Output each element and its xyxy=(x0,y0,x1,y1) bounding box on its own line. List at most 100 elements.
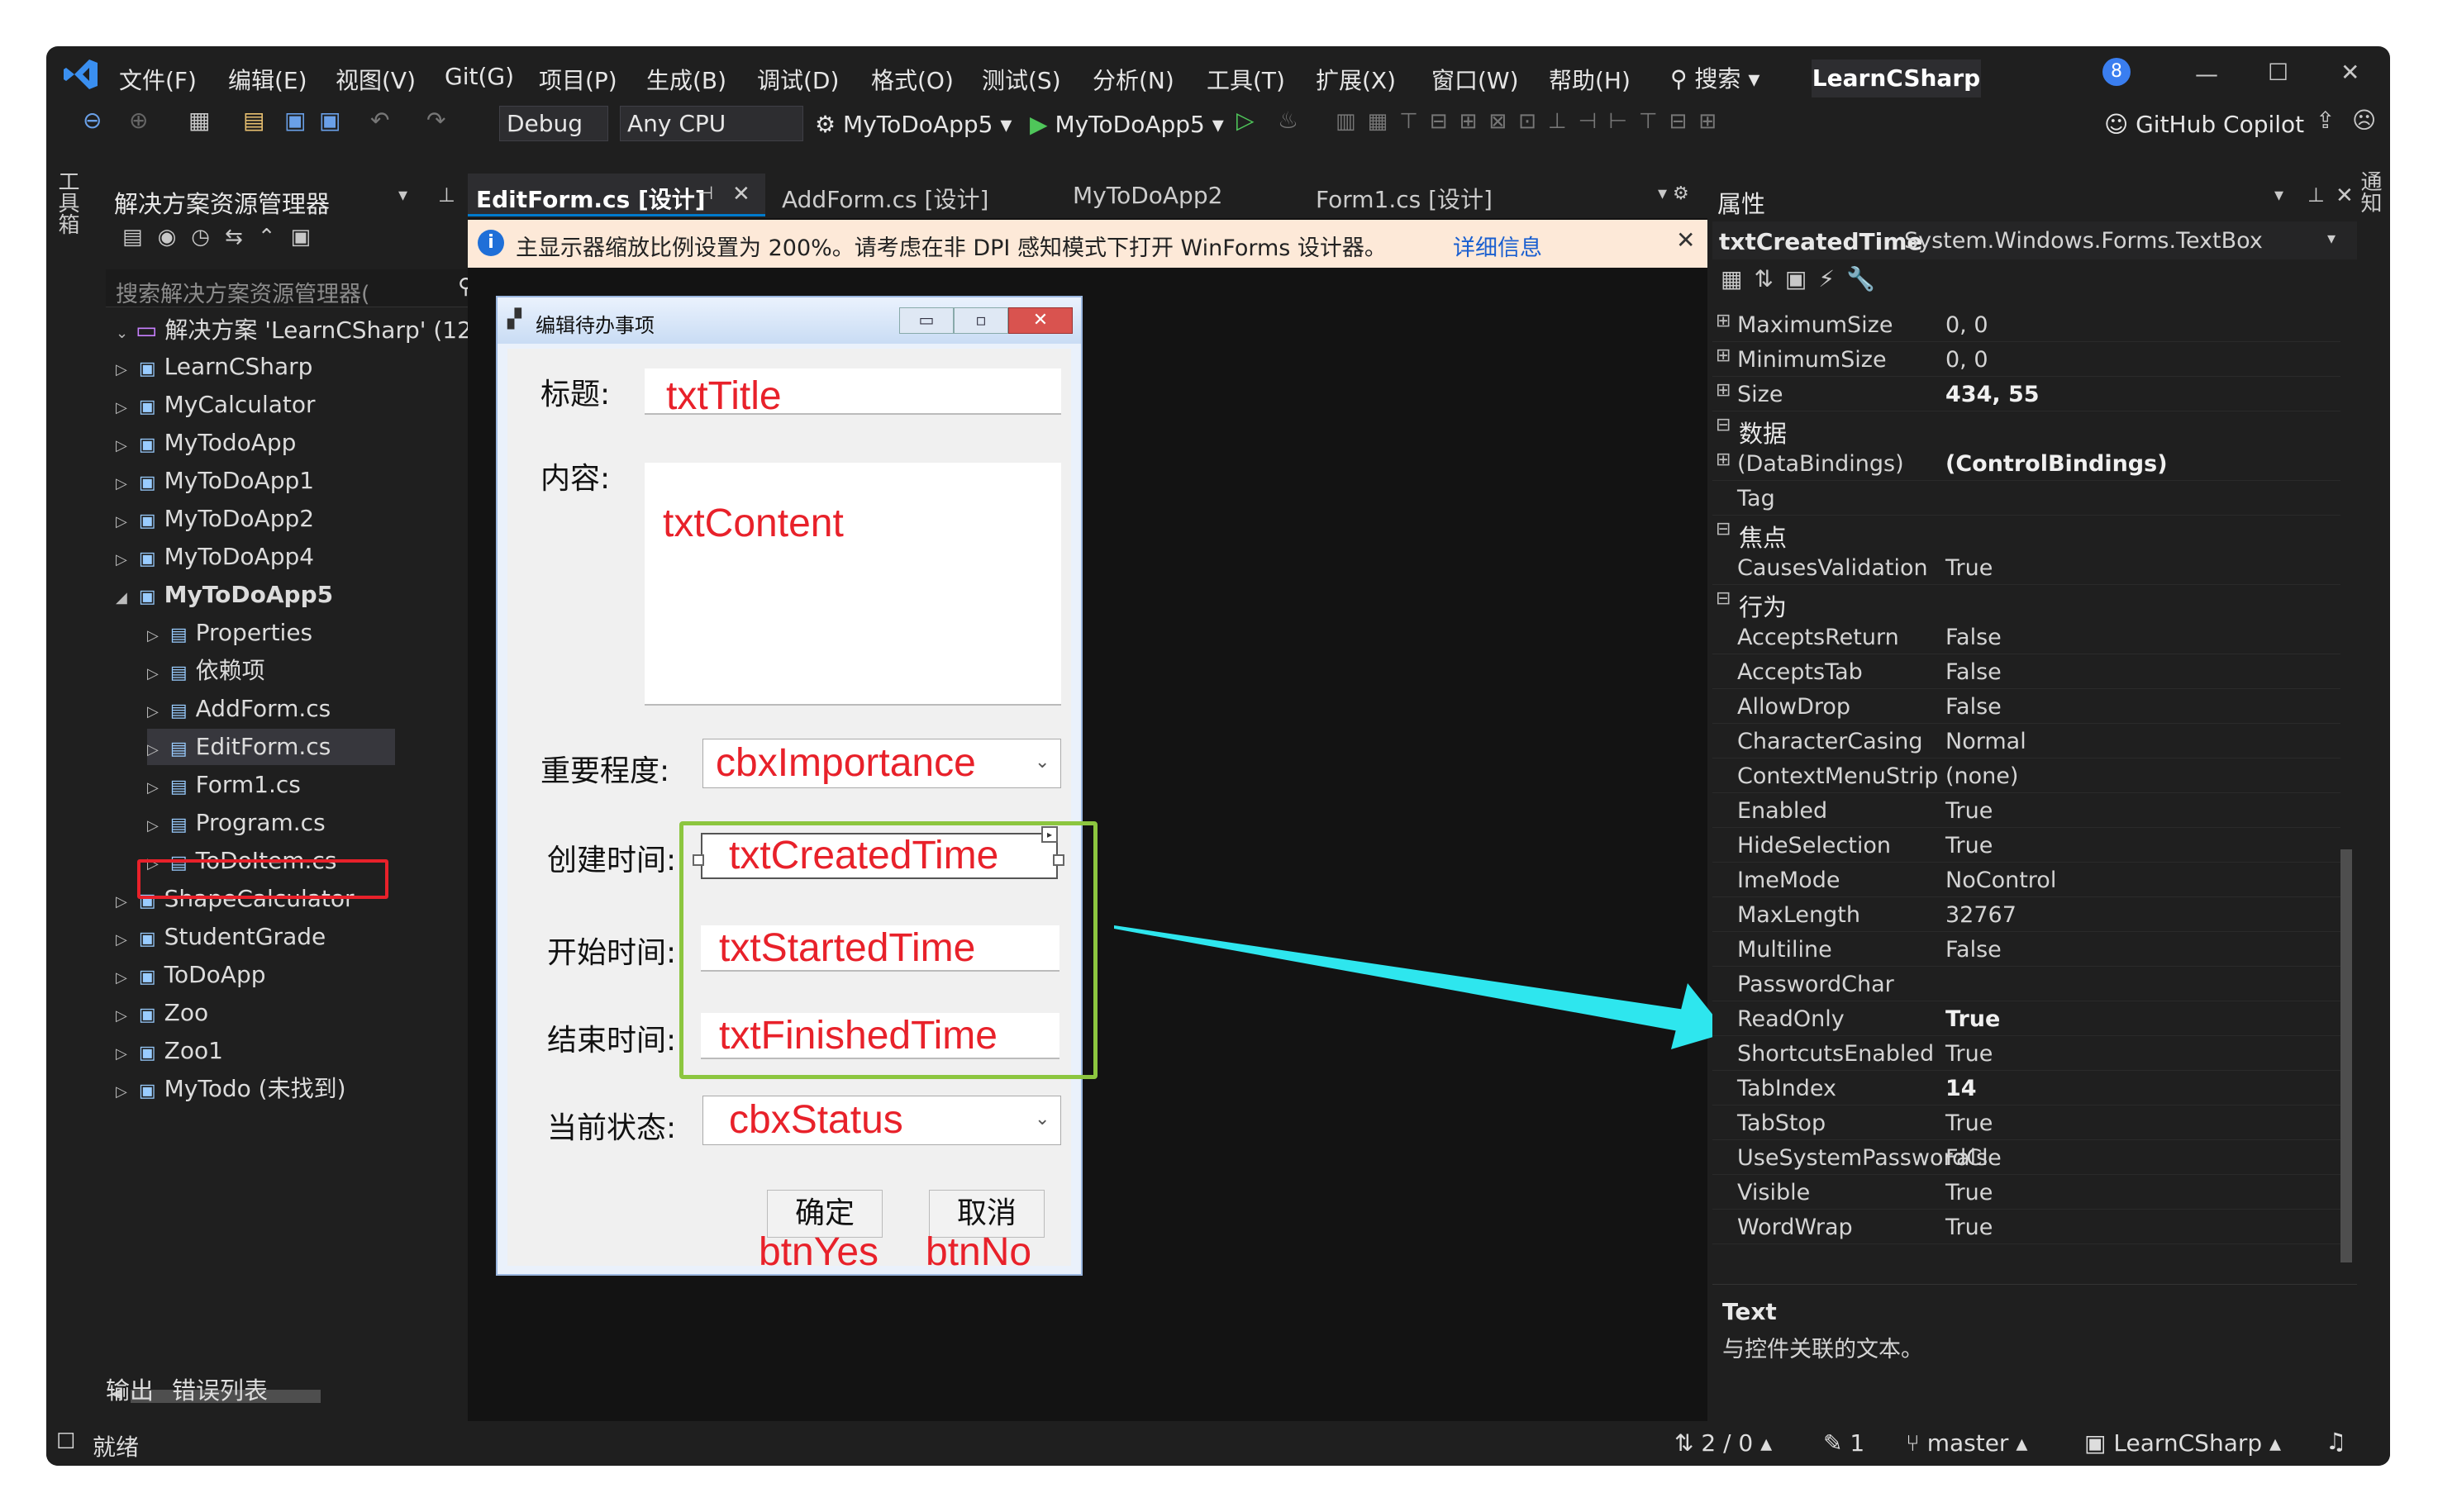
property-row[interactable]: ShortcutsEnabled True xyxy=(1712,1036,2340,1071)
collapsed-icon[interactable]: ▷ xyxy=(116,969,127,987)
menu-item[interactable]: 调试(D) xyxy=(757,63,839,96)
share-icon[interactable]: ⇪ xyxy=(2316,109,2335,132)
collapsed-icon[interactable]: ▷ xyxy=(116,1083,127,1101)
notifications-tab[interactable]: 通知 xyxy=(2357,170,2385,213)
tab-close-icon[interactable]: ✕ xyxy=(732,182,750,207)
property-row[interactable]: AcceptsReturn False xyxy=(1712,620,2340,654)
pin-icon[interactable]: ⊥ xyxy=(438,185,455,205)
solution-search-input[interactable]: 搜索解决方案资源管理器( ⚲▾ xyxy=(106,269,509,307)
tree-item[interactable]: ▷ ▣ MyToDoApp1 xyxy=(116,463,314,499)
close-icon[interactable]: ✕ xyxy=(2340,61,2359,84)
pencil-icon[interactable]: ✎ 1 xyxy=(1823,1429,1864,1457)
property-row[interactable]: TabStop True xyxy=(1712,1105,2340,1140)
object-selector[interactable]: txtCreatedTime System.Windows.Forms.Text… xyxy=(1712,221,2357,259)
forward-icon[interactable]: ⊕ xyxy=(129,109,148,132)
collapse-icon[interactable]: ⊟ xyxy=(1716,519,1731,540)
collapse-icon[interactable]: ⊟ xyxy=(1716,415,1731,435)
config-dropdown[interactable]: Debug xyxy=(499,106,608,141)
collapsed-icon[interactable]: ▷ xyxy=(116,475,127,492)
toolbox-tab[interactable]: 工具箱 xyxy=(55,170,83,235)
run-without-debug-icon[interactable]: ▷ xyxy=(1236,109,1255,132)
expand-icon[interactable]: ⊞ xyxy=(1716,311,1731,331)
menu-item[interactable]: 格式(O) xyxy=(871,63,954,96)
tree-item[interactable]: ▷ ▣ MyTodo (未找到) xyxy=(116,1071,346,1107)
save-all-icon[interactable]: ▣ xyxy=(319,109,340,132)
tree-item[interactable]: ▷ ▣ MyCalculator xyxy=(116,387,316,423)
redo-icon[interactable]: ↷ xyxy=(426,109,445,132)
collapsed-icon[interactable]: ▷ xyxy=(116,893,127,911)
txt-content[interactable] xyxy=(645,463,1061,706)
collapsed-icon[interactable]: ▷ xyxy=(147,817,159,834)
tab-addform-design[interactable]: AddForm.cs [设计] xyxy=(782,182,988,215)
property-row[interactable]: CausesValidation True xyxy=(1712,550,2340,585)
tree-item[interactable]: ▷ ▤ Form1.cs xyxy=(147,767,301,803)
info-close-icon[interactable]: ✕ xyxy=(1676,226,1695,254)
panel-dropdown-icon[interactable]: ▾ xyxy=(2274,187,2283,205)
tree-item-editform[interactable]: ▷ ▤ EditForm.cs xyxy=(147,729,395,765)
tree-item[interactable]: ▷ ▣ StudentGrade xyxy=(116,919,326,955)
tree-item[interactable]: ▷ ▤ AddForm.cs xyxy=(147,691,331,727)
resize-handle[interactable] xyxy=(1053,854,1064,866)
property-row[interactable]: CharacterCasing Normal xyxy=(1712,724,2340,758)
property-row[interactable]: TabIndex 14 xyxy=(1712,1071,2340,1105)
property-category[interactable]: ⊟ 焦点 xyxy=(1712,516,2340,552)
tree-item[interactable]: ▷ ▤ 依赖项 xyxy=(147,653,265,689)
tree-item[interactable]: ▷ ▣ MyTodoApp xyxy=(116,425,296,461)
menu-item[interactable]: 分析(N) xyxy=(1093,63,1174,96)
property-row[interactable]: Tag xyxy=(1712,481,2340,516)
pin-icon[interactable]: ⊣ xyxy=(698,183,713,204)
property-row[interactable]: ContextMenuStrip (none) xyxy=(1712,758,2340,793)
collapsed-icon[interactable]: ▷ xyxy=(116,551,127,568)
menu-item[interactable]: 扩展(X) xyxy=(1316,63,1396,96)
property-row[interactable]: PasswordChar xyxy=(1712,967,2340,1001)
solution-root[interactable]: ⌄ ▭ 解决方案 'LearnCSharp' (12 xyxy=(116,312,472,349)
tree-item[interactable]: ▷ ▣ Zoo1 xyxy=(116,1033,223,1069)
menu-item[interactable]: 文件(F) xyxy=(119,63,197,96)
property-row[interactable]: ReadOnly True xyxy=(1712,1001,2340,1036)
collapsed-icon[interactable]: ▷ xyxy=(116,931,127,949)
collapsed-icon[interactable]: ▷ xyxy=(147,665,159,682)
property-row[interactable]: HideSelection True xyxy=(1712,828,2340,863)
panel-close-icon[interactable]: ✕ xyxy=(2336,185,2354,207)
collapsed-icon[interactable]: ▷ xyxy=(116,361,127,378)
property-category[interactable]: ⊟ 数据 xyxy=(1712,411,2340,448)
property-row[interactable]: ⊞ MinimumSize 0, 0 xyxy=(1712,342,2340,377)
menu-item[interactable]: Git(G) xyxy=(445,63,514,90)
property-row[interactable]: ⊞ (DataBindings) (ControlBindings) xyxy=(1712,446,2340,481)
form-close-icon[interactable]: ✕ xyxy=(1008,307,1073,334)
collapsed-icon[interactable]: ▷ xyxy=(116,1007,127,1025)
collapsed-icon[interactable]: ▷ xyxy=(147,741,159,758)
property-row[interactable]: Multiline False xyxy=(1712,932,2340,967)
tree-item[interactable]: ▷ ▣ MyToDoApp4 xyxy=(116,539,314,575)
property-row[interactable]: UseSystemPasswordCl False xyxy=(1712,1140,2340,1175)
tab-output[interactable]: 输出 xyxy=(106,1372,154,1406)
tab-overflow-icon[interactable]: ▾ ⚙ xyxy=(1658,185,1689,203)
property-row[interactable]: AcceptsTab False xyxy=(1712,654,2340,689)
property-category[interactable]: ⊟ 行为 xyxy=(1712,585,2340,621)
open-icon[interactable]: ▤ xyxy=(243,109,264,132)
expand-icon[interactable]: ⊞ xyxy=(1716,449,1731,470)
property-row[interactable]: ⊞ MaximumSize 0, 0 xyxy=(1712,307,2340,342)
menu-item[interactable]: 工具(T) xyxy=(1207,63,1285,96)
smart-tag-icon[interactable]: ▸ xyxy=(1041,826,1058,843)
feedback-icon[interactable]: ☹ xyxy=(2352,109,2376,132)
notification-badge[interactable]: 8 xyxy=(2102,58,2131,86)
menu-item[interactable]: 测试(S) xyxy=(982,63,1061,96)
pin-icon[interactable]: ⊥ xyxy=(2307,185,2325,205)
collapse-icon[interactable]: ⊟ xyxy=(1716,588,1731,609)
tree-item[interactable]: ◢ ▣ MyToDoApp5 xyxy=(116,577,333,613)
vertical-scrollbar[interactable] xyxy=(2340,849,2352,1262)
git-changes-button[interactable]: ⇅ 2 / 0 ▴ xyxy=(1674,1429,1772,1457)
collapsed-icon[interactable]: ▷ xyxy=(147,627,159,644)
form-maximize-icon[interactable]: ▫ xyxy=(954,307,1008,334)
resize-handle[interactable] xyxy=(693,854,704,866)
expanded-icon[interactable]: ◢ xyxy=(116,589,127,606)
info-link[interactable]: 详细信息 xyxy=(1453,230,1542,262)
minimize-icon[interactable]: — xyxy=(2195,63,2218,86)
back-icon[interactable]: ⊖ xyxy=(83,109,102,132)
property-row[interactable]: AllowDrop False xyxy=(1712,689,2340,724)
undo-icon[interactable]: ↶ xyxy=(370,109,389,132)
branch-button[interactable]: ⑂ master ▴ xyxy=(1906,1429,2027,1457)
new-project-icon[interactable]: ▦ xyxy=(188,109,210,132)
platform-dropdown[interactable]: Any CPU xyxy=(620,106,803,141)
